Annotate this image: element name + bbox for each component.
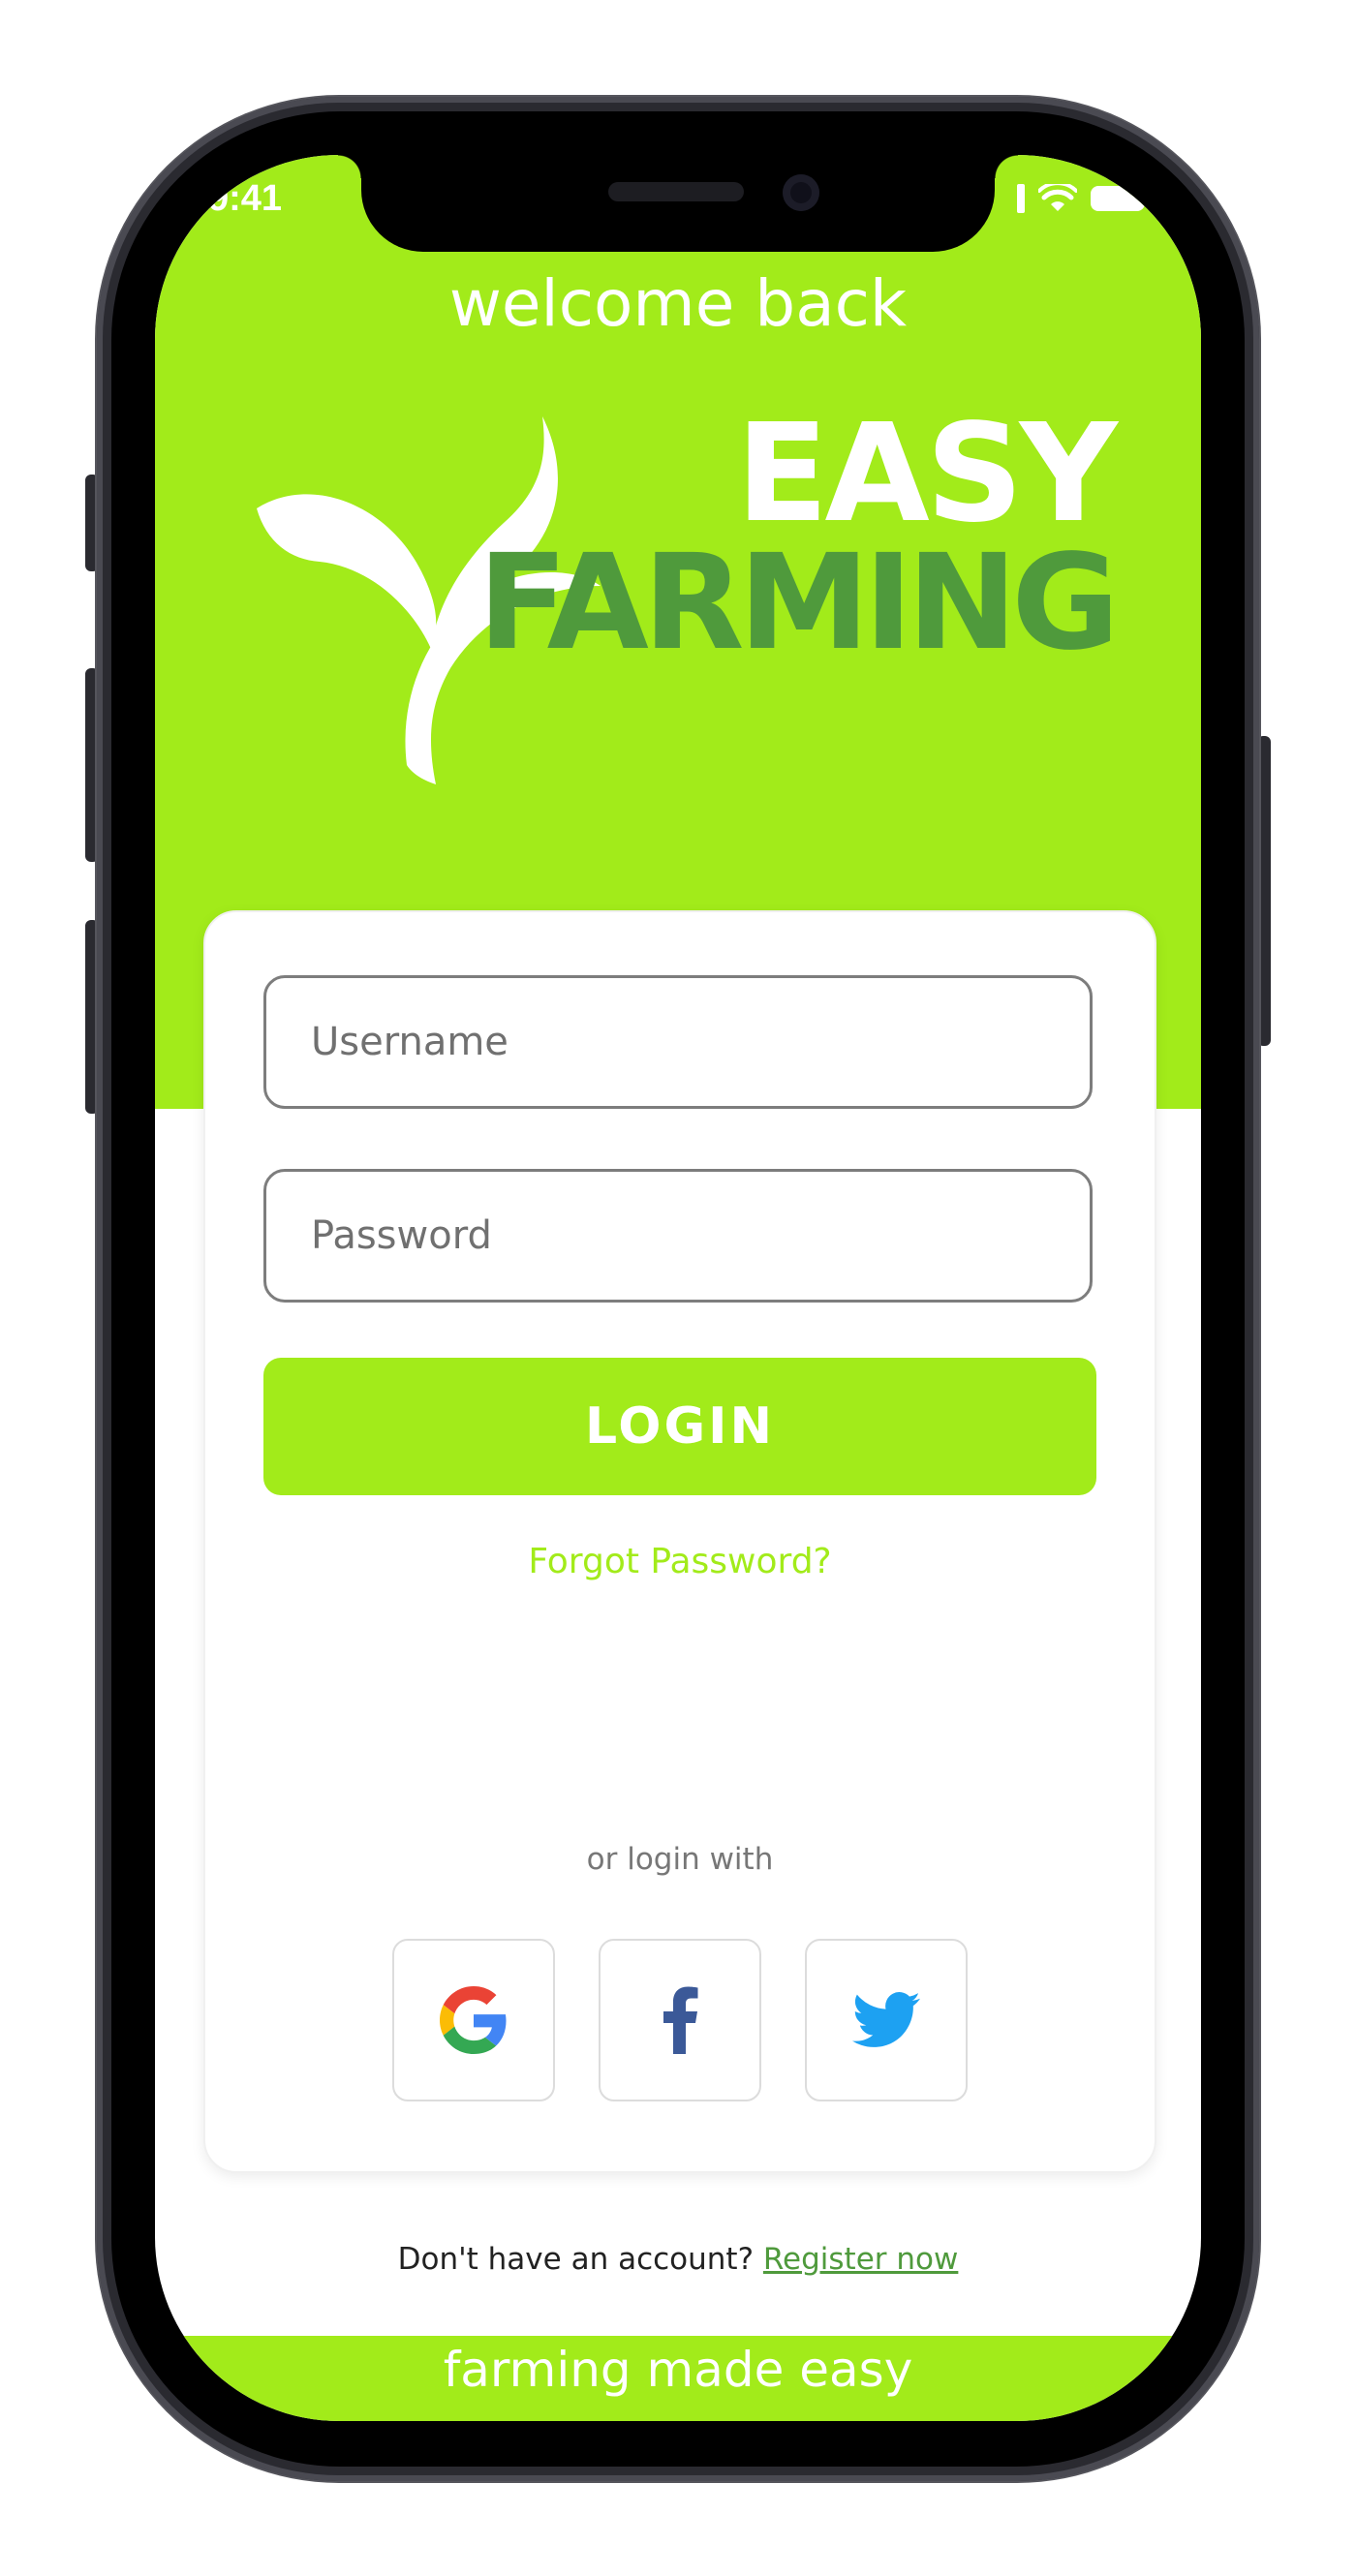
- wifi-icon: [1038, 184, 1077, 211]
- forgot-password-link[interactable]: Forgot Password?: [205, 1542, 1155, 1581]
- phone-screen: 9:41 welcome back EASY FARMING LOGIN For…: [155, 155, 1201, 2421]
- speaker: [608, 182, 744, 201]
- status-time: 9:41: [208, 178, 283, 219]
- username-input[interactable]: [263, 975, 1093, 1109]
- twitter-icon: [852, 1992, 920, 2047]
- notch: [338, 155, 1018, 252]
- register-now-link[interactable]: Register now: [763, 2242, 958, 2277]
- facebook-login-button[interactable]: [599, 1939, 761, 2101]
- footer-tagline: farming made easy: [443, 2342, 913, 2398]
- signal-icon: [1017, 184, 1025, 213]
- register-prompt-text: Don't have an account?: [397, 2242, 763, 2277]
- or-login-with-label: or login with: [586, 1842, 774, 1877]
- front-camera: [783, 174, 819, 211]
- register-prompt: Don't have an account? Register now: [155, 2242, 1201, 2277]
- footer-bar: farming made easy: [155, 2336, 1201, 2421]
- status-icons: [1017, 182, 1145, 215]
- battery-icon: [1091, 186, 1145, 211]
- welcome-title: welcome back: [448, 266, 908, 341]
- logo-text-farming: FARMING: [478, 527, 1120, 680]
- password-input[interactable]: [263, 1169, 1093, 1303]
- login-button[interactable]: LOGIN: [263, 1358, 1096, 1495]
- logo-text-easy: EASY: [735, 395, 1118, 553]
- power-button: [1257, 736, 1271, 1046]
- google-icon: [440, 1986, 507, 2054]
- twitter-login-button[interactable]: [805, 1939, 968, 2101]
- facebook-icon: [663, 1986, 698, 2054]
- login-card: LOGIN Forgot Password? or login with: [203, 910, 1156, 2173]
- google-login-button[interactable]: [392, 1939, 555, 2101]
